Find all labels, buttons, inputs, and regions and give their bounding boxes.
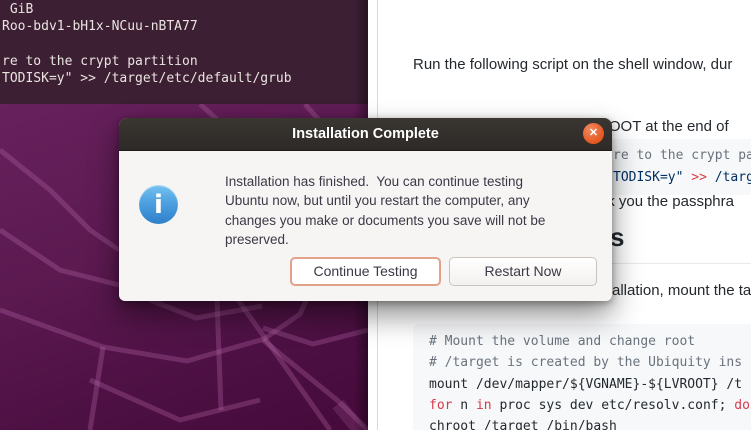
- code-block-grub-text: re to the crypt pa TODISK=y" >> /targ: [613, 145, 751, 189]
- dialog-message: Installation has finished. You can conti…: [225, 172, 545, 250]
- code-text: proc sys dev etc/resolv.conf;: [492, 398, 735, 413]
- terminal-line: GiB: [2, 1, 368, 18]
- restart-now-button[interactable]: Restart Now: [449, 257, 597, 286]
- code-line: TODISK=y" >> /targ: [613, 167, 751, 189]
- dialog-titlebar[interactable]: Installation Complete ✕: [119, 118, 612, 151]
- dialog-message-line: preserved.: [225, 230, 545, 249]
- code-line: chroot /target /bin/bash: [429, 416, 750, 430]
- code-keyword: in: [476, 398, 492, 413]
- code-keyword: do: [734, 398, 750, 413]
- continue-testing-button[interactable]: Continue Testing: [290, 257, 441, 286]
- code-path: /targ: [707, 170, 751, 185]
- desktop-screen: GiB Roo-bdv1-bH1x-NCuu-nBTA77 re to the …: [0, 0, 751, 430]
- terminal-window[interactable]: GiB Roo-bdv1-bH1x-NCuu-nBTA77 re to the …: [0, 0, 368, 104]
- dialog-message-line: changes you make or documents you save w…: [225, 211, 545, 230]
- code-line: for n in proc sys dev etc/resolv.conf; d…: [429, 395, 750, 416]
- info-icon: i: [139, 185, 178, 224]
- dialog-title: Installation Complete: [119, 118, 612, 150]
- dialog-message-line: Ubuntu now, but until you restart the co…: [225, 191, 545, 210]
- code-keyword: for: [429, 398, 452, 413]
- terminal-line: [2, 36, 368, 53]
- code-block-mount-text: # Mount the volume and change root # /ta…: [429, 331, 750, 430]
- terminal-line: Roo-bdv1-bH1x-NCuu-nBTA77: [2, 18, 368, 35]
- terminal-line: TODISK=y" >> /target/etc/default/grub: [2, 70, 368, 87]
- code-comment: # Mount the volume and change root: [429, 331, 750, 352]
- code-text: n: [452, 398, 475, 413]
- installation-complete-dialog: Installation Complete ✕ i Installation h…: [119, 118, 612, 301]
- section-heading-fragment: s: [610, 222, 624, 253]
- code-line: mount /dev/mapper/${VGNAME}-${LVROOT} /t: [429, 374, 750, 395]
- code-comment: # /target is created by the Ubiquity ins: [429, 352, 750, 373]
- dialog-message-line: Installation has finished. You can conti…: [225, 172, 545, 191]
- terminal-line: re to the crypt partition: [2, 53, 368, 70]
- paragraph-mount-fragment: allation, mount the ta: [612, 283, 751, 298]
- code-operator: >>: [691, 170, 707, 185]
- close-icon[interactable]: ✕: [583, 123, 604, 144]
- code-comment: re to the crypt pa: [613, 145, 751, 167]
- code-string: TODISK=y": [613, 170, 691, 185]
